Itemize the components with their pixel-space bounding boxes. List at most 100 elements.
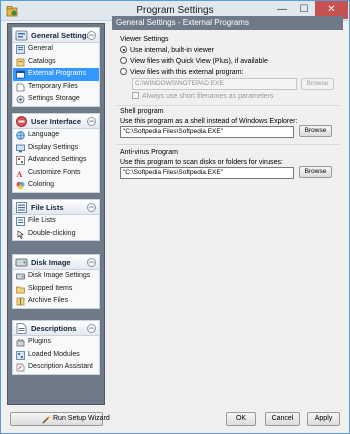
viewer-settings-label: Viewer Settings (120, 36, 169, 43)
sidebar-item-customize-fonts[interactable]: A Customize Fonts (13, 167, 99, 180)
radio-label: View files with this external program: (130, 69, 244, 76)
apply-button[interactable]: Apply (307, 412, 340, 426)
advanced-settings-icon (16, 156, 25, 165)
sidebar-item-label: Double-clicking (28, 229, 76, 237)
sidebar-item-label: Customize Fonts (28, 168, 81, 176)
radio-button[interactable] (120, 46, 127, 53)
descriptions-icon (16, 323, 27, 334)
plugins-icon (16, 339, 25, 347)
archive-files-icon (16, 297, 25, 306)
group-file-lists: File Lists ︽ File Lists Double-clicking (12, 199, 100, 241)
cancel-button[interactable]: Cancel (265, 412, 300, 426)
group-disk-image: Disk Image ︽ Disk Image Settings Skipped… (12, 254, 100, 309)
ok-button[interactable]: OK (226, 412, 256, 426)
sidebar-item-general[interactable]: General (13, 43, 99, 56)
general-settings-icon (15, 30, 28, 41)
short-filenames-checkbox[interactable] (132, 92, 139, 99)
sidebar-item-label: General (28, 45, 53, 52)
display-settings-icon (16, 144, 25, 152)
group-label: File Lists (31, 203, 64, 212)
collapse-chevron-icon[interactable]: ︽ (87, 203, 96, 212)
settings-content: General Settings - External Programs Vie… (112, 16, 343, 405)
settings-sidebar: General Settings ︽ General Catalogs Exte… (7, 23, 105, 405)
shell-browse-button[interactable]: Browse (299, 125, 332, 137)
sidebar-item-external-programs[interactable]: External Programs (13, 68, 99, 81)
svg-text:A: A (17, 170, 23, 178)
sidebar-item-display-settings[interactable]: Display Settings (13, 142, 99, 155)
group-descriptions: Descriptions ︽ Plugins Loaded Modules De… (12, 320, 100, 375)
radio-label: Use internal, built-in viewer (130, 47, 215, 54)
language-icon (16, 131, 25, 140)
section-divider (116, 105, 339, 106)
shell-program-description: Use this program as a shell instead of W… (120, 118, 298, 125)
shell-program-path-field[interactable]: "C:\Softpedia Files\Softpedia.EXE" (120, 126, 294, 138)
sidebar-item-label: Coloring (28, 181, 55, 188)
group-header-descriptions[interactable]: Descriptions ︽ (13, 321, 99, 336)
group-header-file-lists[interactable]: File Lists ︽ (13, 200, 99, 215)
wizard-wand-icon (42, 415, 51, 424)
double-clicking-icon (17, 229, 24, 239)
sidebar-item-label: Loaded Modules (28, 350, 80, 358)
sidebar-item-file-lists[interactable]: File Lists (13, 215, 99, 228)
sidebar-item-label: Advanced Settings (28, 156, 87, 163)
radio-button[interactable] (120, 68, 127, 75)
radio-internal-viewer[interactable]: Use internal, built-in viewer (120, 46, 214, 56)
sidebar-item-label: Catalogs (28, 57, 56, 65)
group-header-disk-image[interactable]: Disk Image ︽ (13, 255, 99, 270)
run-setup-wizard-button[interactable]: Run Setup Wizard (10, 412, 110, 426)
description-assistant-icon (16, 363, 25, 372)
sidebar-item-label: Skipped Items (28, 284, 73, 292)
group-label: User Interface (31, 117, 82, 126)
sidebar-item-plugins[interactable]: Plugins (13, 336, 99, 349)
content-header: General Settings - External Programs (112, 16, 343, 30)
collapse-chevron-icon[interactable]: ︽ (87, 31, 96, 40)
sidebar-item-description-assistant[interactable]: Description Assistant (13, 361, 99, 374)
collapse-chevron-icon[interactable]: ︽ (87, 258, 96, 267)
sidebar-item-label: Temporary Files (28, 82, 78, 90)
user-interface-icon (16, 116, 27, 127)
checkbox-label: Always use short filenames as parameters (142, 93, 274, 100)
sidebar-item-label: Disk Image Settings (28, 272, 91, 279)
sidebar-item-catalogs[interactable]: Catalogs (13, 56, 99, 69)
group-header-general-settings[interactable]: General Settings ︽ (13, 28, 99, 43)
sidebar-item-archive-files[interactable]: Archive Files (13, 295, 99, 308)
file-lists-icon (16, 202, 27, 213)
collapse-chevron-icon[interactable]: ︽ (87, 117, 96, 126)
program-settings-window: Program Settings — ☐ ✕ General Settings … (0, 0, 350, 434)
shell-program-label: Shell program (120, 108, 164, 115)
sidebar-item-label: Display Settings (28, 143, 79, 151)
antivirus-description: Use this program to scan disks or folder… (120, 159, 284, 166)
sidebar-item-skipped-items[interactable]: Skipped Items (13, 283, 99, 296)
sidebar-item-language[interactable]: Language (13, 129, 99, 142)
sidebar-item-loaded-modules[interactable]: Loaded Modules (13, 349, 99, 362)
group-label: Disk Image (31, 258, 71, 267)
external-viewer-path-field[interactable]: C:\WINDOWS\NOTEPAD.EXE (132, 78, 297, 90)
coloring-icon (16, 182, 25, 190)
sidebar-item-coloring[interactable]: Coloring (13, 179, 99, 192)
radio-label: View files with Quick View (Plus), if av… (130, 58, 268, 65)
antivirus-path-field[interactable]: "C:\Softpedia Files\Softpedia.EXE" (120, 167, 294, 179)
antivirus-label: Anti-virus Program (120, 149, 178, 156)
radio-quick-view[interactable]: View files with Quick View (Plus), if av… (120, 57, 268, 67)
group-label: General Settings (31, 31, 91, 40)
sidebar-item-double-clicking[interactable]: Double-clicking (13, 228, 99, 241)
sidebar-item-settings-storage[interactable]: Settings Storage (13, 93, 99, 106)
general-icon (16, 45, 25, 54)
collapse-chevron-icon[interactable]: ︽ (87, 324, 96, 333)
sidebar-item-advanced-settings[interactable]: Advanced Settings (13, 154, 99, 167)
settings-storage-icon (16, 95, 25, 104)
sidebar-item-temporary-files[interactable]: Temporary Files (13, 81, 99, 94)
group-general-settings: General Settings ︽ General Catalogs Exte… (12, 27, 100, 107)
group-user-interface: User Interface ︽ Language Display Settin… (12, 113, 100, 193)
short-filenames-option[interactable]: Always use short filenames as parameters (132, 92, 274, 102)
sidebar-item-disk-image-settings[interactable]: Disk Image Settings (13, 270, 99, 283)
skipped-items-icon (16, 286, 25, 293)
radio-external-program[interactable]: View files with this external program: (120, 68, 243, 78)
group-header-user-interface[interactable]: User Interface ︽ (13, 114, 99, 129)
external-programs-icon (16, 70, 25, 79)
disk-image-settings-icon (16, 273, 25, 280)
external-viewer-browse-button[interactable]: Browse (301, 78, 334, 90)
radio-button[interactable] (120, 57, 127, 64)
antivirus-browse-button[interactable]: Browse (299, 166, 332, 178)
group-label: Descriptions (31, 324, 77, 333)
